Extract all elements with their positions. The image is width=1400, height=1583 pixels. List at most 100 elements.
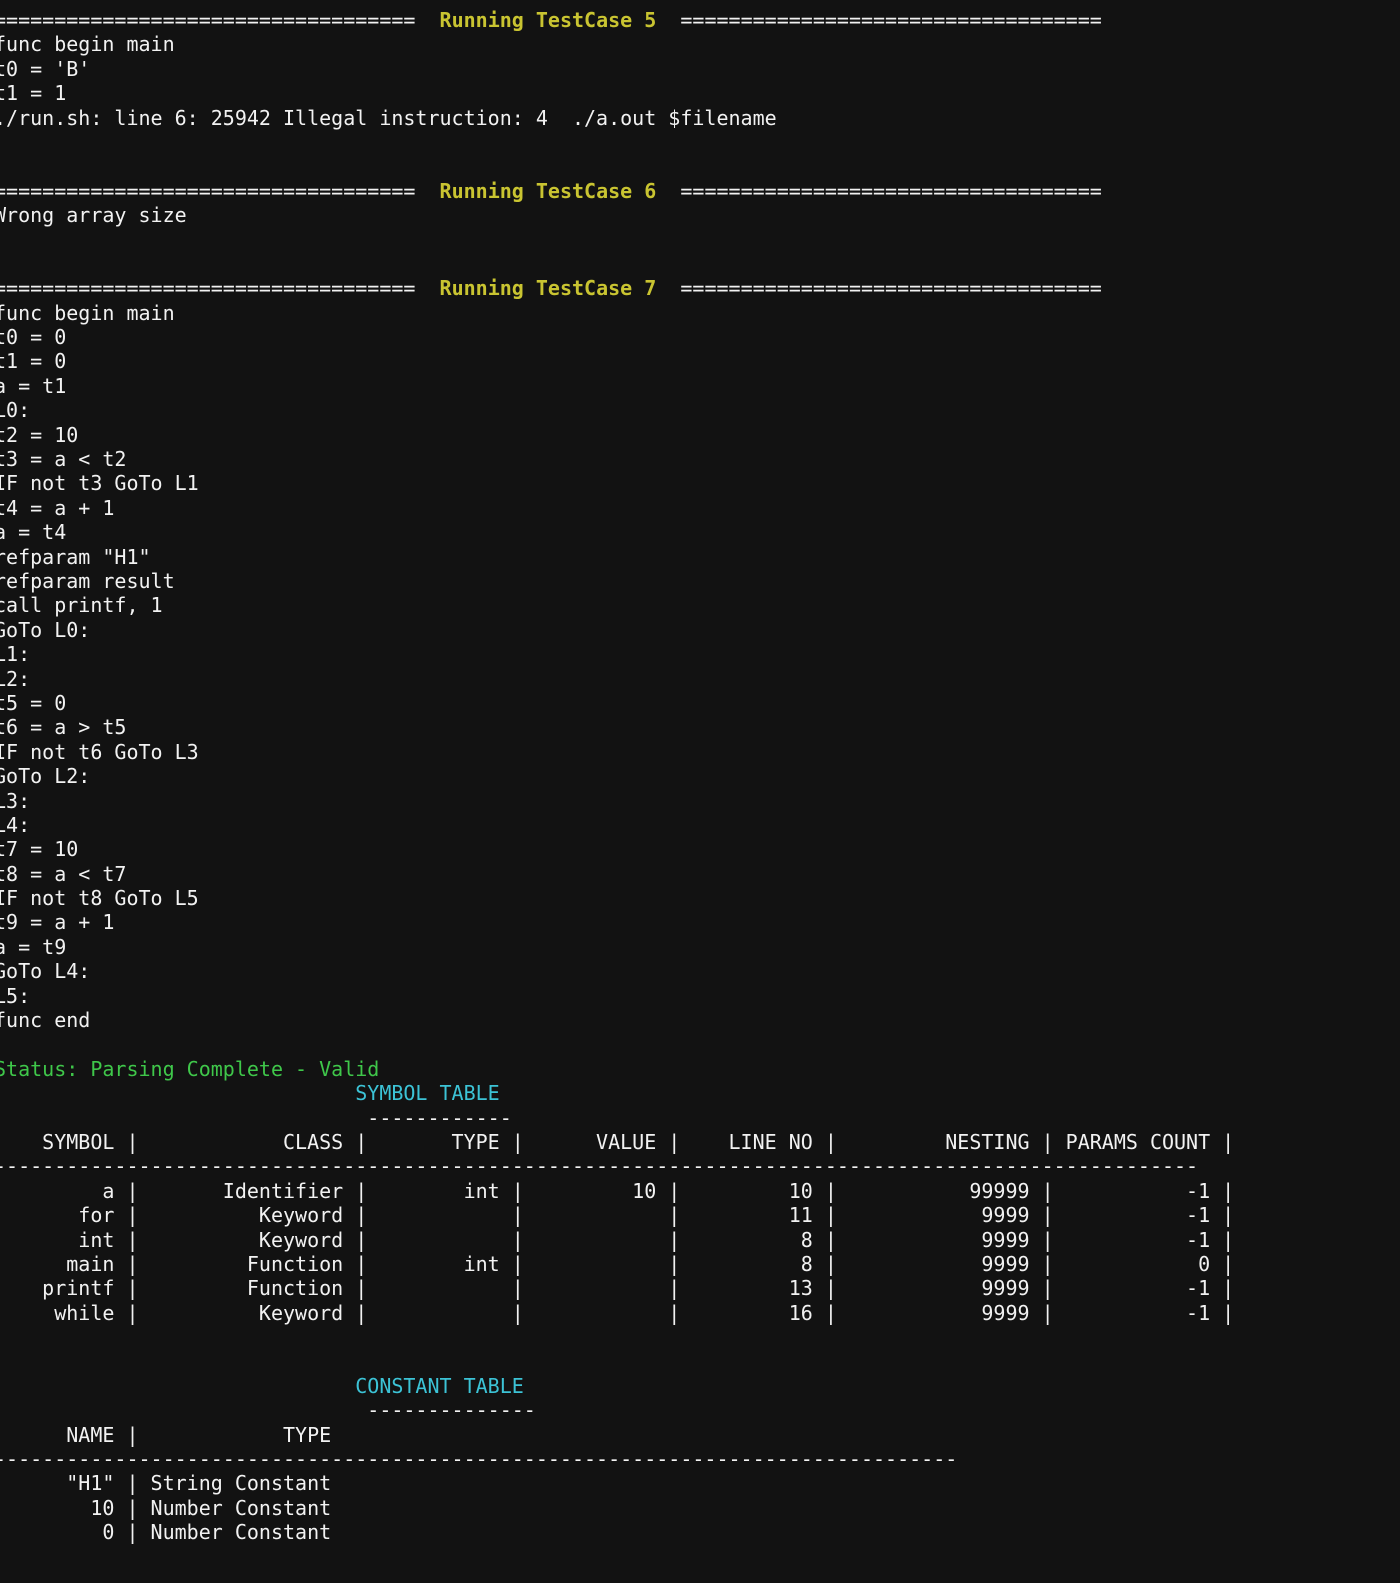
terminal-line: L3: (0, 789, 1400, 813)
terminal-text: L0: (0, 398, 31, 423)
terminal-line: "H1" | String Constant (0, 1471, 1400, 1495)
terminal-text: =================================== (656, 178, 1102, 203)
terminal-text: t1 = 1 (0, 81, 67, 106)
terminal-text: =================================== (0, 8, 440, 32)
terminal-line: L5: (0, 984, 1400, 1008)
terminal-text: t1 = 0 (0, 349, 67, 374)
terminal-text: Wrong array size (0, 203, 187, 228)
terminal-text: main | Function | int | | 8 | 9999 | 0 | (0, 1251, 1235, 1276)
terminal-line: =================================== Runn… (0, 276, 1400, 300)
terminal-text: IF not t6 GoTo L3 (0, 739, 199, 764)
terminal-output[interactable]: =================================== Runn… (0, 8, 1400, 1545)
terminal-line: func end (0, 1008, 1400, 1032)
terminal-line: refparam result (0, 569, 1400, 593)
terminal-text: t2 = 10 (0, 422, 79, 447)
terminal-line: t3 = a < t2 (0, 447, 1400, 471)
terminal-line: ----------------------------------------… (0, 1154, 1400, 1178)
terminal-line: func begin main (0, 301, 1400, 325)
terminal-text: ----------------------------------------… (0, 1447, 958, 1472)
terminal-line: ./run.sh: line 6: 25942 Illegal instruct… (0, 106, 1400, 130)
terminal-text: Status: Parsing Complete - Valid (0, 1056, 380, 1081)
terminal-text: a = t9 (0, 934, 67, 959)
terminal-line: L2: (0, 667, 1400, 691)
terminal-text: =================================== (0, 178, 440, 203)
terminal-text: NAME | TYPE (0, 1422, 332, 1447)
terminal-line: func begin main (0, 32, 1400, 56)
terminal-line: t0 = 'B' (0, 57, 1400, 81)
terminal-line: IF not t8 GoTo L5 (0, 886, 1400, 910)
terminal-text: =================================== (656, 276, 1102, 301)
terminal-line: t6 = a > t5 (0, 715, 1400, 739)
terminal-text: GoTo L0: (0, 617, 91, 642)
terminal-text: ----------------------------------------… (0, 1154, 1199, 1179)
terminal-line: a = t4 (0, 520, 1400, 544)
terminal-line: t2 = 10 (0, 423, 1400, 447)
terminal-text: ------------ (0, 1105, 512, 1130)
terminal-text: int | Keyword | | | 8 | 9999 | -1 | (0, 1227, 1235, 1252)
terminal-text: refparam result (0, 568, 175, 593)
terminal-line: ----------------------------------------… (0, 1447, 1400, 1471)
terminal-line: t1 = 0 (0, 349, 1400, 373)
terminal-text: "H1" | String Constant (0, 1471, 332, 1496)
terminal-line: a | Identifier | int | 10 | 10 | 99999 |… (0, 1179, 1400, 1203)
terminal-line: t0 = 0 (0, 325, 1400, 349)
terminal-text: printf | Function | | | 13 | 9999 | -1 | (0, 1276, 1235, 1301)
terminal-line: refparam "H1" (0, 545, 1400, 569)
terminal-line: main | Function | int | | 8 | 9999 | 0 | (0, 1252, 1400, 1276)
terminal-text: GoTo L2: (0, 764, 91, 789)
terminal-text: Running TestCase 7 (439, 276, 657, 301)
terminal-text: for | Keyword | | | 11 | 9999 | -1 | (0, 1203, 1235, 1228)
terminal-line: =================================== Runn… (0, 179, 1400, 203)
terminal-line: GoTo L2: (0, 764, 1400, 788)
terminal-text: L1: (0, 642, 31, 667)
terminal-line: t1 = 1 (0, 81, 1400, 105)
terminal-text: ./run.sh: line 6: 25942 Illegal instruct… (0, 105, 777, 130)
terminal-text: IF not t3 GoTo L1 (0, 471, 199, 496)
terminal-line: t4 = a + 1 (0, 496, 1400, 520)
terminal-text: L5: (0, 983, 31, 1008)
terminal-line: call printf, 1 (0, 593, 1400, 617)
terminal-line: 0 | Number Constant (0, 1520, 1400, 1544)
terminal-text: SYMBOL | CLASS | TYPE | VALUE | LINE NO … (0, 1129, 1235, 1154)
terminal-text: a = t4 (0, 520, 67, 545)
terminal-text: CONSTANT TABLE (0, 1373, 524, 1398)
terminal-line: a = t1 (0, 374, 1400, 398)
terminal-line: printf | Function | | | 13 | 9999 | -1 | (0, 1276, 1400, 1300)
terminal-text: t0 = 0 (0, 325, 67, 350)
terminal-line: -------------- (0, 1398, 1400, 1422)
terminal-text: 0 | Number Constant (0, 1520, 332, 1545)
terminal-text: t3 = a < t2 (0, 447, 127, 472)
terminal-line: Status: Parsing Complete - Valid (0, 1057, 1400, 1081)
terminal-text: call printf, 1 (0, 593, 163, 618)
terminal-line: t5 = 0 (0, 691, 1400, 715)
terminal-text: IF not t8 GoTo L5 (0, 886, 199, 911)
terminal-text: 10 | Number Constant (0, 1495, 332, 1520)
terminal-line: ------------ (0, 1106, 1400, 1130)
terminal-text: L2: (0, 666, 31, 691)
terminal-text: -------------- (0, 1398, 536, 1423)
terminal-text: Running TestCase 5 (439, 8, 657, 32)
terminal-line: int | Keyword | | | 8 | 9999 | -1 | (0, 1228, 1400, 1252)
terminal-line: IF not t3 GoTo L1 (0, 471, 1400, 495)
terminal-line: for | Keyword | | | 11 | 9999 | -1 | (0, 1203, 1400, 1227)
terminal-text: t9 = a + 1 (0, 910, 115, 935)
terminal-line: t8 = a < t7 (0, 862, 1400, 886)
terminal-text: t7 = 10 (0, 837, 79, 862)
terminal-line: t9 = a + 1 (0, 910, 1400, 934)
terminal-text: while | Keyword | | | 16 | 9999 | -1 | (0, 1300, 1235, 1325)
terminal-text: SYMBOL TABLE (0, 1081, 500, 1106)
terminal-line: t7 = 10 (0, 837, 1400, 861)
terminal-text: t8 = a < t7 (0, 861, 127, 886)
terminal-text: func begin main (0, 32, 175, 57)
terminal-line: IF not t6 GoTo L3 (0, 740, 1400, 764)
terminal-text: =================================== (656, 8, 1102, 32)
terminal-line: SYMBOL | CLASS | TYPE | VALUE | LINE NO … (0, 1130, 1400, 1154)
terminal-line: Wrong array size (0, 203, 1400, 227)
terminal-line: a = t9 (0, 935, 1400, 959)
